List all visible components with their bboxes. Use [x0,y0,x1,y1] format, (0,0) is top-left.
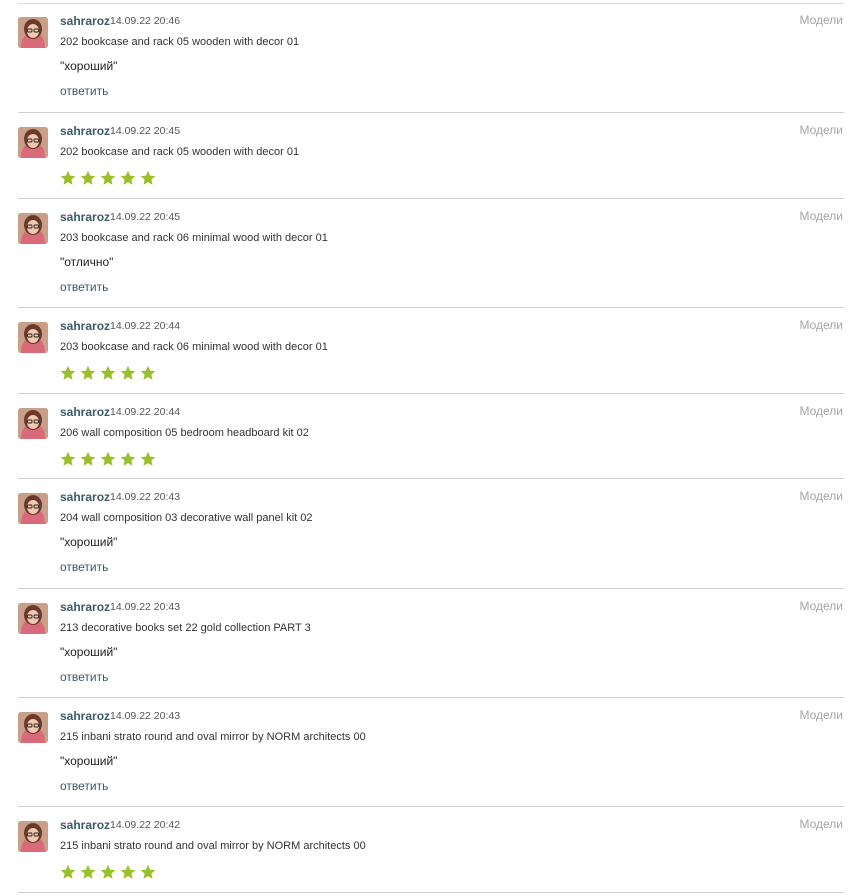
username-link[interactable]: sahraroz [60,490,110,504]
star-icon [60,451,76,466]
star-icon [140,451,156,466]
avatar[interactable] [18,821,48,852]
model-link[interactable]: 203 bookcase and rack 06 minimal wood wi… [60,341,328,353]
category-link[interactable]: Модели [799,708,843,722]
rating-stars [60,864,156,882]
rating-stars [60,451,156,469]
reply-link[interactable]: ответить [60,779,108,793]
timestamp: 14.09.22 20:46 [110,15,181,27]
star-icon [120,864,136,879]
star-icon [80,365,96,380]
star-icon [80,451,96,466]
comment-item: sahraroz 14.09.22 20:44 Модели 206 wall com… [0,394,862,479]
rating-stars [60,365,156,383]
category-link[interactable]: Модели [799,209,843,223]
model-link[interactable]: 203 bookcase and rack 06 minimal wood wi… [60,232,328,244]
timestamp: 14.09.22 20:43 [110,491,181,503]
timestamp: 14.09.22 20:44 [110,406,181,418]
comment-item: sahraroz 14.09.22 20:45 Модели 202 bookcase… [0,113,862,199]
username-link[interactable]: sahraroz [60,124,110,138]
comment-item: sahraroz 14.09.22 20:44 Модели 203 bookcase… [0,308,862,394]
avatar[interactable] [18,127,48,158]
star-icon [140,864,156,879]
comment-item: sahraroz 14.09.22 20:43 Модели 215 inbani s… [0,698,862,807]
avatar[interactable] [18,17,48,48]
username-link[interactable]: sahraroz [60,709,110,723]
category-link[interactable]: Модели [799,404,843,418]
comment-text: "хороший" [60,535,118,549]
comment-item: sahraroz 14.09.22 20:45 Модели 203 bookcase… [0,199,862,308]
star-icon [60,170,76,185]
username-link[interactable]: sahraroz [60,818,110,832]
star-icon [120,451,136,466]
star-icon [120,365,136,380]
timestamp: 14.09.22 20:42 [110,819,181,831]
reply-link[interactable]: ответить [60,670,108,684]
star-icon [100,365,116,380]
star-icon [100,451,116,466]
category-link[interactable]: Модели [799,599,843,613]
star-icon [140,365,156,380]
comment-item: sahraroz 14.09.22 20:42 Модели 215 inbani s… [0,807,862,893]
reply-link[interactable]: ответить [60,560,108,574]
comment-text: "хороший" [60,645,118,659]
category-link[interactable]: Модели [799,489,843,503]
comment-item: sahraroz 14.09.22 20:43 Модели 204 wall com… [0,479,862,589]
model-link[interactable]: 215 inbani strato round and oval mirror … [60,840,366,852]
avatar[interactable] [18,213,48,244]
model-link[interactable]: 215 inbani strato round and oval mirror … [60,731,366,743]
username-link[interactable]: sahraroz [60,210,110,224]
category-link[interactable]: Модели [799,817,843,831]
username-link[interactable]: sahraroz [60,319,110,333]
star-icon [100,864,116,879]
category-link[interactable]: Модели [799,318,843,332]
reply-link[interactable]: ответить [60,84,108,98]
model-link[interactable]: 204 wall composition 03 decorative wall … [60,512,313,524]
model-link[interactable]: 202 bookcase and rack 05 wooden with dec… [60,36,299,48]
category-link[interactable]: Модели [799,13,843,27]
star-icon [100,170,116,185]
comment-item: sahraroz 14.09.22 20:46 Модели 202 bookcase… [0,3,862,113]
username-link[interactable]: sahraroz [60,405,110,419]
model-link[interactable]: 206 wall composition 05 bedroom headboar… [60,427,309,439]
comment-text: "отлично" [60,255,114,269]
model-link[interactable]: 202 bookcase and rack 05 wooden with dec… [60,146,299,158]
comment-item: sahraroz 14.09.22 20:43 Модели 213 decorati… [0,589,862,698]
model-link[interactable]: 213 decorative books set 22 gold collect… [60,622,311,634]
comment-text: "хороший" [60,59,118,73]
category-link[interactable]: Модели [799,123,843,137]
star-icon [80,170,96,185]
avatar[interactable] [18,322,48,353]
timestamp: 14.09.22 20:45 [110,125,181,137]
timestamp: 14.09.22 20:43 [110,710,181,722]
username-link[interactable]: sahraroz [60,600,110,614]
star-icon [140,170,156,185]
username-link[interactable]: sahraroz [60,14,110,28]
star-icon [60,365,76,380]
star-icon [120,170,136,185]
avatar[interactable] [18,408,48,439]
divider [18,892,844,893]
timestamp: 14.09.22 20:43 [110,601,181,613]
comments-feed: sahraroz 14.09.22 20:46 Модели 202 bookcase… [0,0,862,896]
rating-stars [60,170,156,188]
star-icon [60,864,76,879]
timestamp: 14.09.22 20:45 [110,211,181,223]
avatar[interactable] [18,603,48,634]
timestamp: 14.09.22 20:44 [110,320,181,332]
star-icon [80,864,96,879]
avatar[interactable] [18,712,48,743]
avatar[interactable] [18,493,48,524]
comment-text: "хороший" [60,754,118,768]
reply-link[interactable]: ответить [60,280,108,294]
